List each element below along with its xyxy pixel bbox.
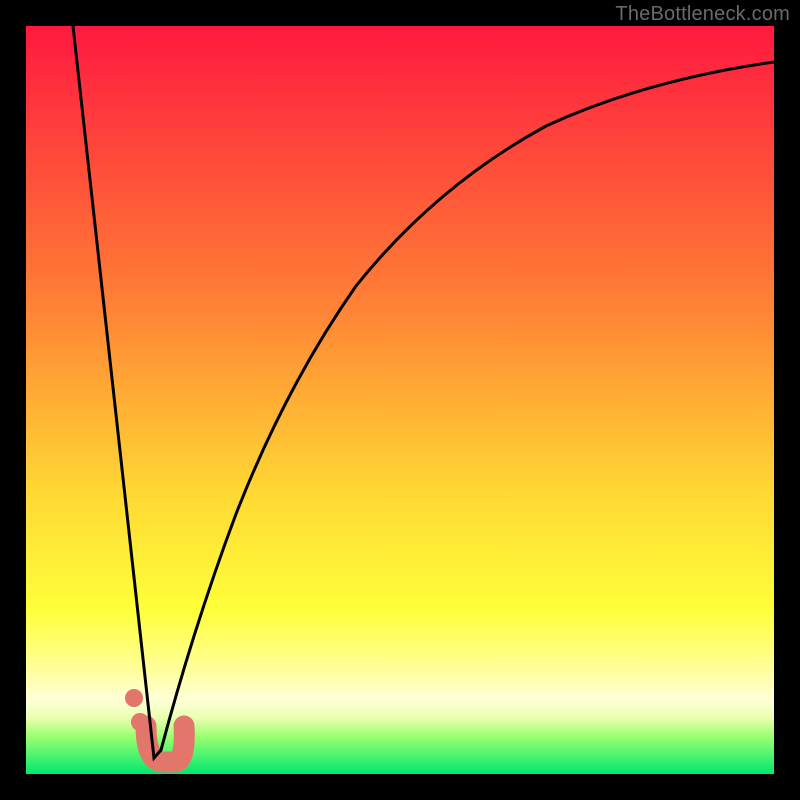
attribution-text: TheBottleneck.com <box>615 3 790 26</box>
plot-area <box>26 26 774 774</box>
chart-curves <box>26 26 774 774</box>
bottleneck-curve <box>73 26 774 758</box>
chart-frame: TheBottleneck.com <box>0 0 800 800</box>
